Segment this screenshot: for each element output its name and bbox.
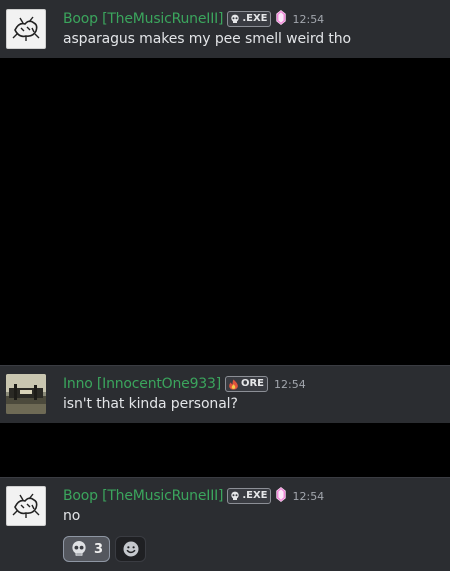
smiley-icon (123, 541, 139, 557)
timestamp: 12:54 (292, 12, 325, 26)
username[interactable]: Boop [TheMusicRuneIII] (63, 11, 224, 27)
doodle-avatar-icon (12, 16, 40, 41)
timestamp: 12:54 (292, 489, 325, 503)
message-header: Boop [TheMusicRuneIII] .EXE 12:54 (63, 9, 324, 29)
avatar[interactable] (6, 486, 46, 526)
chat-view: Boop [TheMusicRuneIII] .EXE 12:54 aspara… (0, 0, 450, 571)
message-text: no (63, 508, 81, 524)
server-tag[interactable]: ORE (224, 376, 269, 392)
skull-icon (231, 491, 240, 500)
add-reaction-button[interactable] (115, 536, 147, 562)
timestamp: 12:54 (274, 377, 306, 391)
server-tag[interactable]: .EXE (227, 11, 272, 27)
landscape-avatar-icon (6, 374, 46, 414)
fire-icon (229, 379, 238, 390)
message-text: isn't that kinda personal? (63, 396, 238, 412)
message-text: asparagus makes my pee smell weird tho (63, 31, 351, 47)
server-tag-label: .EXE (242, 490, 268, 501)
username[interactable]: Boop [TheMusicRuneIII] (63, 488, 224, 504)
avatar[interactable] (6, 374, 46, 414)
message-header: Inno [InnocentOne933] ORE 12:54 (63, 374, 306, 394)
pink-gem-icon (276, 486, 287, 506)
server-tag-label: .EXE (242, 13, 268, 24)
pink-gem-icon (276, 9, 287, 29)
reactions-bar: 3 (63, 536, 147, 562)
message[interactable]: Inno [InnocentOne933] ORE 12:54 isn't th… (0, 365, 450, 423)
doodle-avatar-icon (12, 493, 40, 518)
server-tag[interactable]: .EXE (227, 488, 272, 504)
reaction-skull[interactable]: 3 (63, 536, 111, 562)
username[interactable]: Inno [InnocentOne933] (63, 376, 221, 392)
skull-icon (70, 540, 88, 558)
reaction-count: 3 (94, 541, 104, 557)
message[interactable]: Boop [TheMusicRuneIII] .EXE 12:54 aspara… (0, 0, 450, 58)
skull-icon (231, 14, 240, 23)
message-divider (0, 477, 450, 478)
server-tag-label: ORE (240, 378, 265, 389)
avatar[interactable] (6, 9, 46, 49)
message-header: Boop [TheMusicRuneIII] .EXE 12:54 (63, 486, 324, 506)
message-divider (0, 365, 450, 366)
